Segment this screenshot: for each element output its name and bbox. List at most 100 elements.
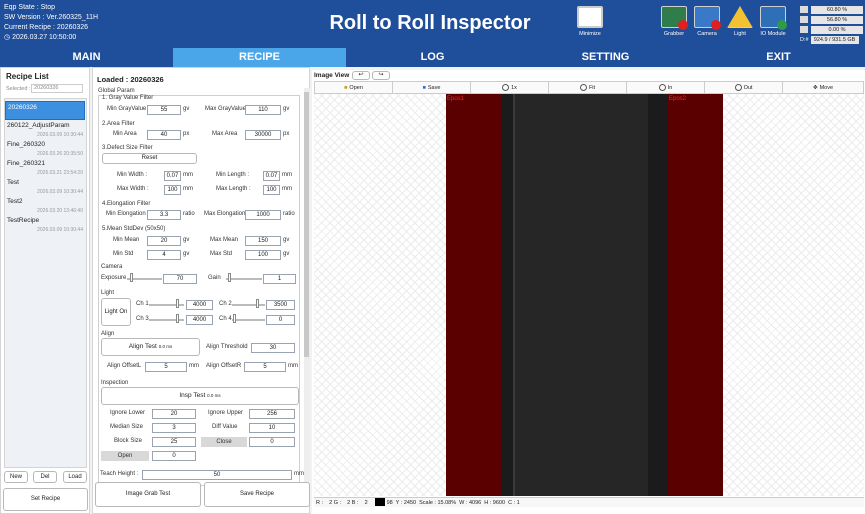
tab-log[interactable]: LOG (346, 48, 519, 67)
gain-slider-handle[interactable] (228, 273, 231, 282)
tab-main[interactable]: MAIN (0, 48, 173, 67)
align-test-button[interactable]: Align Test 0.0 ms (101, 338, 200, 356)
open-toggle[interactable]: Open (101, 451, 149, 461)
ch2-input[interactable]: 3500 (266, 300, 295, 310)
list-item[interactable]: Test2 2026.03.20 13:46:40 (5, 196, 85, 215)
grabber-button[interactable]: Grabber (656, 6, 692, 37)
list-item[interactable]: 260122_AdjustParam 2026.03.09 10:30:44 (5, 120, 85, 139)
light-button[interactable]: Light (722, 6, 758, 37)
gain-input[interactable]: 1 (263, 274, 296, 284)
ch2-slider-handle[interactable] (256, 299, 259, 308)
median-size-input[interactable]: 3 (152, 423, 196, 433)
max-area-input[interactable]: 30000 (245, 130, 281, 140)
main-nav: MAIN RECIPE LOG SETTING EXIT (0, 48, 865, 67)
camera-button[interactable]: Camera (689, 6, 725, 37)
align-offsetr-input[interactable]: 5 (244, 362, 286, 372)
align-threshold-input[interactable]: 30 (251, 343, 295, 353)
ch4-input[interactable]: 0 (266, 315, 295, 325)
image-grab-test-button[interactable]: Image Grab Test (95, 482, 201, 507)
min-std-input[interactable]: 4 (147, 250, 181, 260)
redo-button[interactable]: ↪ (372, 71, 390, 80)
ch1-slider-handle[interactable] (176, 299, 179, 308)
close-input[interactable]: 0 (249, 437, 295, 447)
align-offsetl-input[interactable]: 5 (145, 362, 187, 372)
align-title: Align (101, 331, 115, 337)
insp-test-button[interactable]: Insp Test 0.0 ms (101, 387, 299, 405)
min-gray-input[interactable]: 55 (147, 105, 181, 115)
delete-recipe-button[interactable]: Del (33, 471, 57, 483)
gain-slider[interactable] (226, 278, 262, 280)
ch1-input[interactable]: 4000 (186, 300, 213, 310)
set-recipe-button[interactable]: Set Recipe (3, 488, 88, 511)
params-scrollbar[interactable] (304, 88, 310, 488)
light-on-button[interactable]: Light On (101, 298, 131, 326)
max-mean-label: Max Mean (210, 237, 239, 243)
move-button[interactable]: ✥ Move (783, 82, 864, 93)
minimize-button[interactable]: Minimize (572, 6, 608, 37)
reset-button[interactable]: Reset (102, 153, 197, 164)
max-elongation-input[interactable]: 1000 (245, 210, 281, 220)
max-mean-unit: gv (283, 237, 290, 243)
save-recipe-button[interactable]: Save Recipe (204, 482, 310, 507)
zoom-out-button[interactable]: Out (705, 82, 783, 93)
pixel-color-swatch (375, 498, 385, 506)
min-width-input[interactable]: 0.07 (164, 171, 181, 181)
list-item[interactable]: Fine_260321 2026.03.21 23:54:20 (5, 158, 85, 177)
tab-exit[interactable]: EXIT (692, 48, 865, 67)
selected-recipe-field: 20260326 (31, 84, 83, 93)
ch2-slider[interactable] (232, 304, 265, 306)
roi-region-right[interactable] (668, 94, 723, 496)
block-size-input[interactable]: 25 (152, 437, 196, 447)
max-mean-input[interactable]: 150 (245, 236, 281, 246)
min-std-unit: gv (183, 251, 190, 257)
ignore-upper-input[interactable]: 256 (249, 409, 295, 419)
min-std-label: Min Std (113, 251, 134, 257)
align-offsetr-unit: mm (288, 363, 298, 369)
max-width-input[interactable]: 100 (164, 185, 181, 195)
ch3-slider-handle[interactable] (176, 314, 179, 323)
close-toggle[interactable]: Close (201, 437, 247, 447)
open-button[interactable]: ■ Open (315, 82, 393, 93)
ignore-lower-label: Ignore Lower (110, 410, 146, 416)
tab-setting[interactable]: SETTING (519, 48, 692, 67)
min-elongation-input[interactable]: 3.3 (147, 210, 181, 220)
min-area-input[interactable]: 40 (147, 130, 181, 140)
roi-region-left[interactable] (446, 94, 501, 496)
save-button[interactable]: ■ Save (393, 82, 471, 93)
max-length-input[interactable]: 100 (263, 185, 280, 195)
ch4-slider-handle[interactable] (233, 314, 236, 323)
zoom-in-button[interactable]: In (627, 82, 705, 93)
diff-value-input[interactable]: 10 (249, 423, 295, 433)
exposure-slider-handle[interactable] (130, 273, 133, 282)
max-gray-input[interactable]: 110 (245, 105, 281, 115)
list-item[interactable]: Fine_260320 2026.03.26 20:35:50 (5, 139, 85, 158)
ch3-input[interactable]: 4000 (186, 315, 213, 325)
inspection-title: Inspection (101, 380, 129, 386)
tab-recipe[interactable]: RECIPE (173, 48, 346, 67)
clock-icon: ◷ (4, 34, 13, 41)
ch4-label: Ch 4 (219, 316, 232, 322)
header-bar: Eqp State : Stop SW Version : Ver.260325… (0, 0, 865, 48)
zoom-1x-button[interactable]: 1x (471, 82, 549, 93)
io-module-icon (760, 6, 787, 30)
teach-height-input[interactable]: 50 (142, 470, 292, 480)
new-recipe-button[interactable]: New (4, 471, 28, 483)
list-item[interactable]: Test 2026.03.09 10:30:44 (5, 177, 85, 196)
list-item[interactable]: TestRecipe 2026.03.09 10:30:44 (5, 215, 85, 234)
undo-button[interactable]: ↩ (352, 71, 370, 80)
load-recipe-button[interactable]: Load (63, 471, 87, 483)
max-std-input[interactable]: 100 (245, 250, 281, 260)
ignore-lower-input[interactable]: 20 (152, 409, 196, 419)
io-module-button[interactable]: IO Module (755, 6, 791, 37)
min-mean-input[interactable]: 20 (147, 236, 181, 246)
roi-label-left: Epos1 (447, 96, 465, 102)
fit-button[interactable]: Fit (549, 82, 627, 93)
min-gray-label: Min GrayValue (107, 106, 147, 112)
ch4-slider[interactable] (232, 319, 265, 321)
open-input[interactable]: 0 (152, 451, 196, 461)
max-area-label: Max Area (212, 131, 238, 137)
zoom-icon (502, 84, 510, 91)
exposure-input[interactable]: 70 (163, 274, 197, 284)
list-item[interactable]: 20260326 (5, 101, 85, 120)
min-length-input[interactable]: 0.07 (263, 171, 280, 181)
